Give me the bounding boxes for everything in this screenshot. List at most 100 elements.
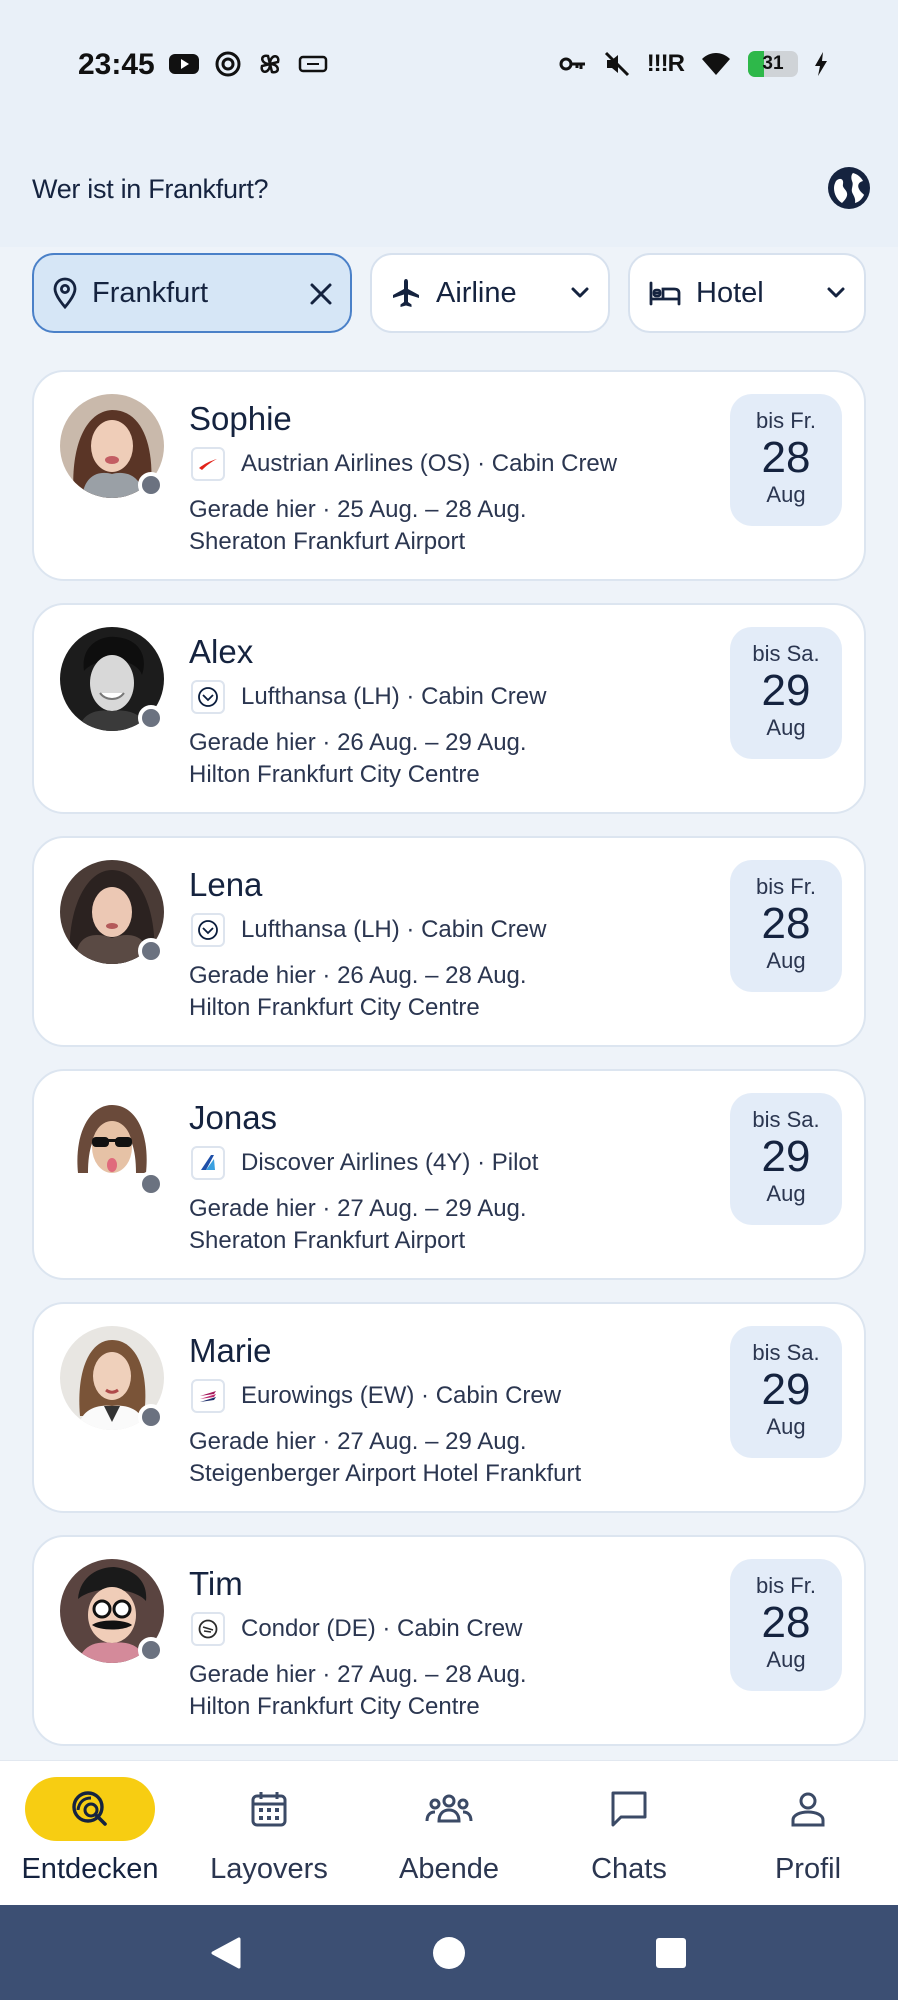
crew-name: Sophie (189, 400, 292, 437)
nav-item-profil[interactable]: Profil (718, 1761, 898, 1906)
airline-filter-chip[interactable]: Airline (370, 253, 610, 333)
crew-card[interactable]: Tim Condor (DE) · Cabin Crew Gerade hier… (32, 1535, 866, 1746)
chevron-down-icon (571, 287, 589, 298)
online-status-dot (138, 1637, 164, 1663)
crew-dates: Gerade hier · 27 Aug. – 29 Aug. (189, 1195, 527, 1222)
until-day: bis Sa. (752, 1107, 820, 1132)
nav-label: Chats (591, 1853, 667, 1885)
avatar-container (60, 1326, 166, 1432)
until-number: 29 (761, 1365, 811, 1414)
nav-item-entdecken[interactable]: Entdecken (0, 1761, 180, 1906)
airline-filter-label: Airline (436, 276, 517, 309)
nav-icon-pill (564, 1777, 694, 1841)
crew-airline: Lufthansa (LH) · Cabin Crew (241, 916, 547, 943)
online-status-dot (138, 472, 164, 498)
nav-label: Abende (399, 1853, 499, 1885)
close-icon[interactable] (308, 281, 334, 307)
crew-dates: Gerade hier · 26 Aug. – 28 Aug. (189, 962, 527, 989)
filter-bar: Frankfurt Airline Hotel (32, 253, 866, 333)
globe-icon[interactable] (826, 165, 872, 211)
online-status-dot (138, 705, 164, 731)
status-left-icons (168, 50, 328, 78)
avatar-container (60, 627, 166, 733)
crew-airline: Discover Airlines (4Y) · Pilot (241, 1149, 539, 1176)
online-status-dot (138, 1404, 164, 1430)
until-day: bis Fr. (756, 874, 816, 899)
lufthansa-logo-icon (191, 913, 225, 947)
crew-hotel: Sheraton Frankfurt Airport (189, 1227, 466, 1254)
hotel-filter-label: Hotel (696, 276, 764, 309)
crew-airline: Eurowings (EW) · Cabin Crew (241, 1382, 562, 1409)
crew-hotel: Sheraton Frankfurt Airport (189, 528, 466, 555)
condor-logo-icon (191, 1612, 225, 1646)
calendar-icon (251, 1792, 287, 1827)
hotel-filter-chip[interactable]: Hotel (628, 253, 866, 333)
crew-card[interactable]: Alex Lufthansa (LH) · Cabin Crew Gerade … (32, 603, 866, 814)
nav-icon-pill (743, 1777, 873, 1841)
home-icon[interactable] (432, 1935, 466, 1971)
avatar-container (60, 1559, 166, 1665)
nav-label: Entdecken (21, 1853, 159, 1885)
chevron-down-icon (827, 287, 845, 298)
app-header: Wer ist in Frankfurt? (0, 130, 898, 247)
crew-dates: Gerade hier · 25 Aug. – 28 Aug. (189, 496, 527, 523)
status-bar: 23:45 !!!R 31 (0, 0, 898, 130)
crew-dates: Gerade hier · 27 Aug. – 29 Aug. (189, 1428, 527, 1455)
group-icon (425, 1794, 473, 1823)
eurowings-logo-icon (191, 1379, 225, 1413)
bed-icon (649, 281, 681, 306)
crew-hotel: Steigenberger Airport Hotel Frankfurt (189, 1460, 582, 1487)
status-right-icons: !!!R 31 (559, 50, 828, 78)
battery-icon: 31 (748, 51, 798, 77)
crew-name: Alex (189, 633, 254, 670)
location-filter-label: Frankfurt (92, 276, 209, 309)
charging-icon (815, 52, 827, 76)
status-time: 23:45 (78, 48, 155, 81)
nav-item-chats[interactable]: Chats (539, 1761, 719, 1906)
crew-hotel: Hilton Frankfurt City Centre (189, 1693, 480, 1720)
location-pin-icon (53, 277, 77, 309)
network-label: !!!R (646, 50, 685, 77)
until-number: 29 (761, 1132, 811, 1181)
until-day: bis Fr. (756, 1573, 816, 1598)
chat-icon (611, 1791, 647, 1827)
crew-card[interactable]: Sophie Austrian Airlines (OS) · Cabin Cr… (32, 370, 866, 581)
mute-icon (604, 51, 629, 77)
avatar-container (60, 860, 166, 966)
recents-icon[interactable] (654, 1935, 688, 1971)
airplane-icon (393, 279, 419, 307)
nav-label: Layovers (210, 1853, 328, 1885)
until-day: bis Sa. (752, 641, 820, 666)
until-date-badge: bis Sa. 29 Aug (730, 1093, 842, 1225)
nav-item-layovers[interactable]: Layovers (179, 1761, 359, 1906)
crew-dates: Gerade hier · 27 Aug. – 28 Aug. (189, 1661, 527, 1688)
crew-card[interactable]: Lena Lufthansa (LH) · Cabin Crew Gerade … (32, 836, 866, 1047)
location-filter-chip[interactable]: Frankfurt (32, 253, 352, 333)
crew-card[interactable]: Marie Eurowings (EW) · Cabin Crew Gerade… (32, 1302, 866, 1513)
back-icon[interactable] (209, 1935, 243, 1971)
until-date-badge: bis Sa. 29 Aug (730, 627, 842, 759)
discover-logo-icon (191, 1146, 225, 1180)
until-month: Aug (766, 482, 806, 507)
crew-hotel: Hilton Frankfurt City Centre (189, 994, 480, 1021)
system-navigation-bar (0, 1905, 898, 2000)
nav-item-abende[interactable]: Abende (359, 1761, 539, 1906)
until-date-badge: bis Fr. 28 Aug (730, 860, 842, 992)
until-date-badge: bis Fr. 28 Aug (730, 394, 842, 526)
until-day: bis Fr. (756, 408, 816, 433)
bottom-navigation: Entdecken Layovers Abende Chats Profil (0, 1760, 898, 1905)
until-date-badge: bis Fr. 28 Aug (730, 1559, 842, 1691)
avatar-container (60, 1093, 166, 1199)
nav-icon-pill (384, 1777, 514, 1841)
until-date-badge: bis Sa. 29 Aug (730, 1326, 842, 1458)
until-day: bis Sa. (752, 1340, 820, 1365)
crew-card[interactable]: Jonas Discover Airlines (4Y) · Pilot Ger… (32, 1069, 866, 1280)
page-title: Wer ist in Frankfurt? (32, 174, 269, 204)
wifi-icon (702, 53, 730, 75)
youtube-icon (169, 54, 199, 74)
key-icon (559, 57, 585, 71)
until-month: Aug (766, 715, 806, 740)
online-status-dot (138, 1171, 164, 1197)
discover-search-icon (72, 1791, 107, 1826)
until-month: Aug (766, 1181, 806, 1206)
